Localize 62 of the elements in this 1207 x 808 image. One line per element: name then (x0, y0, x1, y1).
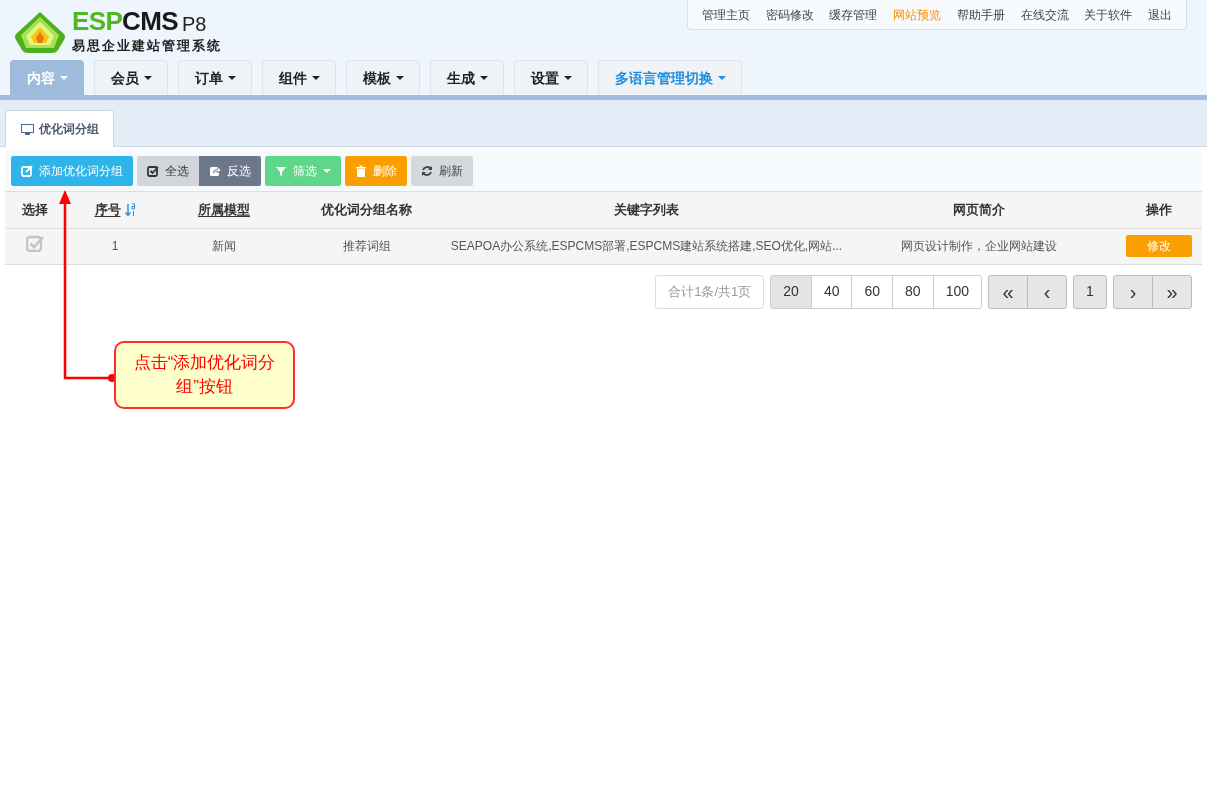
toolbar-button[interactable]: 刷新 (411, 155, 473, 186)
share-icon (209, 164, 221, 177)
top-link[interactable]: 退出 (1148, 5, 1173, 24)
table-cell: 网页设计制作，企业网站建设 (901, 239, 1057, 253)
table-cell: 推荐词组 (342, 239, 391, 253)
caret-icon (479, 76, 488, 80)
toolbar-button[interactable]: 全选 (137, 155, 199, 186)
row-checkbox[interactable] (26, 235, 44, 252)
page-size-button[interactable]: 80 (892, 274, 934, 309)
page-size-button[interactable]: 60 (851, 274, 894, 309)
nav-tab[interactable]: 订单 (178, 60, 252, 95)
page-number-button[interactable]: 1 (1073, 274, 1107, 309)
top-link[interactable]: 关于软件 (1084, 5, 1133, 24)
refresh-icon (421, 164, 433, 177)
top-link[interactable]: 在线交流 (1020, 5, 1069, 24)
last-page-button[interactable]: » (1152, 274, 1192, 309)
edit-icon (21, 164, 33, 177)
column-header: 操作 (1145, 201, 1172, 219)
filter-icon (275, 164, 287, 177)
table-cell: 1 (111, 239, 119, 253)
column-header: 关键字列表 (614, 201, 679, 219)
nav-tab[interactable]: 模板 (346, 60, 420, 95)
page-size-button[interactable]: 40 (810, 274, 853, 309)
prev-page-button[interactable]: ‹ (1027, 274, 1067, 309)
column-header[interactable]: 序号 (94, 200, 121, 220)
caret-icon (59, 76, 68, 80)
toolbar-button[interactable]: 反选 (199, 155, 261, 186)
column-header: 选择 (22, 201, 48, 219)
caret-icon (227, 76, 236, 80)
nav-tab[interactable]: 组件 (262, 60, 336, 95)
nav-tab[interactable]: 会员 (94, 60, 168, 95)
sort-icon[interactable] (124, 202, 136, 217)
table-cell: 新闻 (212, 239, 236, 253)
trash-icon (355, 164, 367, 177)
caret-icon (143, 76, 152, 80)
top-link[interactable]: 缓存管理 (829, 5, 878, 24)
top-link[interactable]: 帮助手册 (956, 5, 1005, 24)
table-cell: SEAPOA办公系统,ESPCMS部署,ESPCMS建站系统搭建,SEO优化,网站... (450, 239, 843, 253)
caret-icon (395, 76, 404, 80)
column-header: 网页简介 (953, 201, 1005, 219)
caret-icon (311, 76, 320, 80)
top-link[interactable]: 密码修改 (765, 5, 814, 24)
logo-wordmark: ESPCMS (72, 8, 178, 34)
nav-tab[interactable]: 设置 (514, 60, 588, 95)
page-size-button[interactable]: 20 (770, 274, 812, 309)
page-tab[interactable]: 优化词分组 (5, 110, 114, 147)
callout-note: 点击“添加优化词分组”按钮 (114, 341, 295, 409)
caret-icon (717, 76, 726, 80)
column-header[interactable]: 所属模型 (198, 200, 250, 220)
checkbox-icon (147, 164, 159, 177)
nav-tab[interactable]: 生成 (430, 60, 504, 95)
page-size-button[interactable]: 100 (932, 274, 982, 309)
pagination-summary: 合计1条/共1页 (655, 274, 765, 309)
caret-icon (563, 76, 572, 80)
column-header: 优化词分组名称 (321, 201, 412, 219)
top-link[interactable]: 管理主页 (701, 5, 750, 24)
logo-version: P8 (181, 14, 207, 34)
first-page-button[interactable]: « (988, 274, 1028, 309)
monitor-icon (20, 123, 34, 135)
logo-icon (14, 9, 66, 54)
next-page-button[interactable]: › (1113, 274, 1153, 309)
logo-subtitle: 易思企业建站管理系统 (72, 37, 222, 55)
